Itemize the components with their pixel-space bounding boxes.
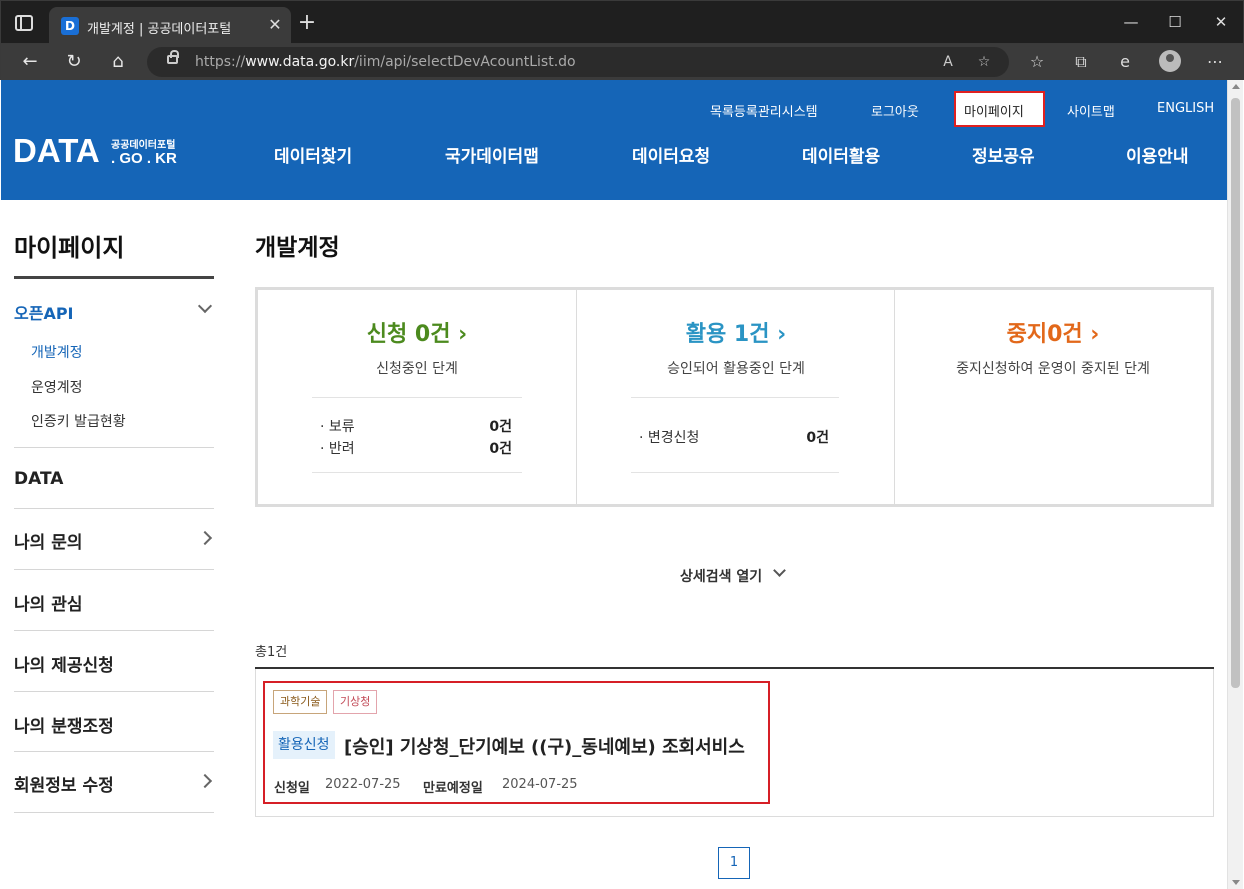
summary-usage-list: · 변경신청 0건 (631, 397, 839, 473)
sidebar-item-inquiry[interactable]: 나의 문의 (14, 528, 82, 553)
chevron-right-icon[interactable] (197, 773, 213, 789)
chevron-right-icon[interactable] (197, 530, 213, 546)
summary-usage: 활용 1건 › 승인되어 활용중인 단계 · 변경신청 0건 (577, 290, 895, 504)
status-badge: 활용신청 (273, 731, 335, 759)
sidebar-item-data[interactable]: DATA (14, 469, 63, 489)
sidebar-sub-auth-key[interactable]: 인증키 발급현황 (31, 411, 126, 431)
sidebar-title-divider (14, 276, 214, 279)
scroll-thumb[interactable] (1231, 98, 1240, 688)
sidebar-divider (14, 508, 214, 509)
gnb-data-request[interactable]: 데이터요청 (632, 142, 710, 167)
profile-icon[interactable] (1159, 50, 1181, 72)
util-link-catalog[interactable]: 목록등록관리시스템 (710, 101, 818, 120)
window-icon[interactable] (15, 15, 33, 31)
result-title[interactable]: [승인] 기상청_단기예보 ((구)_동네예보) 조회서비스 (344, 733, 745, 759)
summary-box: 신청 0건 › 신청중인 단계 · 보류 0건 · 반려 0건 활용 1건 › 승인… (255, 287, 1214, 507)
chevron-down-icon[interactable] (773, 564, 786, 577)
gnb-guide[interactable]: 이용안내 (1126, 142, 1189, 167)
util-link-sitemap[interactable]: 사이트맵 (1067, 101, 1115, 120)
browser-tab-bar: D 개발계정 | 공공데이터포털 ✕ + — ☐ ✕ (0, 0, 1244, 45)
collections-icon[interactable]: ⧉ (1069, 50, 1093, 74)
sidebar-divider (14, 751, 214, 752)
sidebar-item-member[interactable]: 회원정보 수정 (14, 771, 114, 796)
home-icon[interactable]: ⌂ (105, 50, 131, 74)
plus-icon[interactable]: + (297, 12, 317, 34)
expire-date-value: 2024-07-25 (502, 777, 578, 792)
sidebar-item-interest[interactable]: 나의 관심 (14, 590, 82, 615)
address-bar: ← ↻ ⌂ https://www.data.go.kr/iim/api/sel… (0, 44, 1244, 80)
sidebar-sub-dev-account[interactable]: 개발계정 (31, 342, 83, 362)
org-tag: 기상청 (333, 690, 378, 714)
logo-sub: . GO . KR (111, 150, 177, 167)
close-icon[interactable]: ✕ (265, 15, 285, 35)
total-count: 총1건 (255, 645, 288, 660)
summary-usage-head[interactable]: 활용 1건 › (577, 316, 895, 348)
util-link-mypage[interactable]: 마이페이지 (954, 91, 1045, 127)
logo-small: 공공데이터포털 (111, 140, 176, 151)
sidebar-item-provide[interactable]: 나의 제공신청 (14, 651, 114, 676)
favorites-icon[interactable]: ☆ (1025, 50, 1049, 74)
url-text: https://www.data.go.kr/iim/api/selectDev… (195, 54, 576, 70)
sidebar-item-openapi[interactable]: 오픈API (14, 300, 74, 324)
gnb-data-usage[interactable]: 데이터활용 (802, 142, 880, 167)
summary-apply-head[interactable]: 신청 0건 › (258, 316, 576, 348)
lock-icon[interactable] (167, 50, 179, 64)
scroll-down-icon[interactable] (1232, 880, 1240, 885)
browser-tab[interactable]: D 개발계정 | 공공데이터포털 ✕ (49, 7, 291, 45)
refresh-icon[interactable]: ↻ (61, 50, 87, 74)
sidebar-divider (14, 569, 214, 570)
apply-date-label: 신청일 (274, 781, 310, 796)
sidebar-divider (14, 630, 214, 631)
pagination-page[interactable]: 1 (718, 847, 750, 879)
summary-apply: 신청 0건 › 신청중인 단계 · 보류 0건 · 반려 0건 (258, 290, 576, 504)
sidebar-divider (14, 691, 214, 692)
chevron-down-icon[interactable] (197, 298, 213, 314)
sidebar-title: 마이페이지 (14, 234, 125, 262)
sidebar-divider (14, 812, 214, 813)
summary-apply-desc: 신청중인 단계 (376, 361, 458, 377)
expire-date-label: 만료예정일 (423, 781, 483, 796)
maximize-icon[interactable]: ☐ (1163, 11, 1187, 33)
close-window-icon[interactable]: ✕ (1209, 11, 1233, 33)
gnb-info-share[interactable]: 정보공유 (972, 142, 1035, 167)
scroll-up-icon[interactable] (1232, 84, 1240, 89)
sidebar-divider (14, 447, 214, 448)
summary-apply-list: · 보류 0건 · 반려 0건 (312, 397, 522, 473)
tab-title: 개발계정 | 공공데이터포털 (87, 22, 232, 37)
minimize-icon[interactable]: — (1119, 11, 1143, 33)
url-input[interactable]: https://www.data.go.kr/iim/api/selectDev… (147, 47, 1009, 77)
more-icon[interactable]: ⋯ (1203, 50, 1227, 74)
gnb-national-data-map[interactable]: 국가데이터맵 (445, 142, 539, 167)
summary-stop: 중지0건 › 중지신청하여 운영이 중지된 단계 (895, 290, 1211, 504)
add-favorite-icon[interactable]: ☆ (973, 52, 995, 72)
advanced-search-toggle[interactable]: 상세검색 열기 (680, 566, 762, 586)
favicon-icon: D (61, 17, 79, 35)
page-title: 개발계정 (255, 235, 340, 261)
edge-icon[interactable]: e (1113, 50, 1137, 74)
apply-date-value: 2022-07-25 (325, 777, 401, 792)
util-link-logout[interactable]: 로그아웃 (871, 101, 919, 120)
back-icon[interactable]: ← (17, 50, 43, 74)
summary-stop-head[interactable]: 중지0건 › (895, 316, 1211, 348)
sidebar-item-dispute[interactable]: 나의 분쟁조정 (14, 712, 114, 737)
sidebar-sub-ops-account[interactable]: 운영계정 (31, 377, 83, 397)
util-link-english[interactable]: ENGLISH (1157, 101, 1214, 116)
read-aloud-icon[interactable]: A (937, 52, 959, 72)
gnb-data-search[interactable]: 데이터찾기 (274, 142, 352, 167)
category-tag: 과학기술 (273, 690, 328, 714)
logo-main[interactable]: DATA (13, 132, 100, 170)
scrollbar[interactable] (1227, 80, 1243, 889)
summary-stop-desc: 중지신청하여 운영이 중지된 단계 (956, 361, 1150, 377)
site-header: DATA 공공데이터포털 . GO . KR 목록등록관리시스템 로그아웃 마이… (1, 80, 1227, 200)
summary-usage-desc: 승인되어 활용중인 단계 (667, 361, 805, 377)
